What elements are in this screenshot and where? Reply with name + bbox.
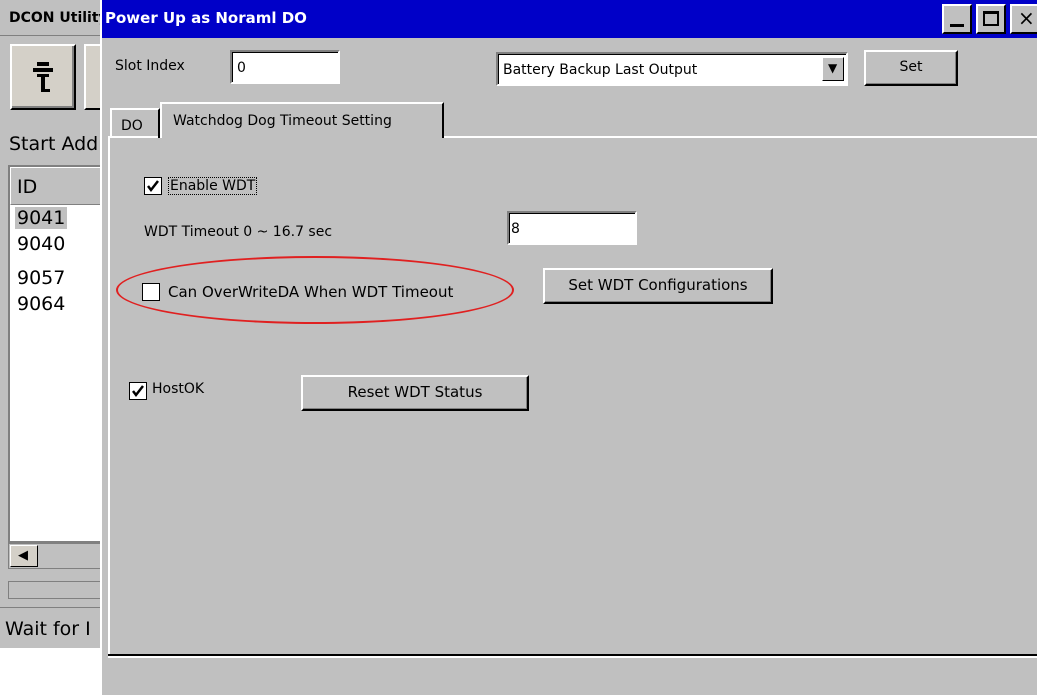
minimize-button[interactable]: [942, 4, 972, 34]
hostok-checkbox[interactable]: [129, 382, 147, 400]
power-up-mode-value: Battery Backup Last Output: [503, 62, 698, 78]
list-item[interactable]: 9041: [15, 207, 68, 229]
hostok-label[interactable]: HostOK: [152, 381, 204, 397]
highlight-ellipse: [116, 256, 514, 324]
list-item[interactable]: 9057: [17, 267, 65, 289]
enable-wdt-label[interactable]: Enable WDT: [168, 177, 258, 195]
tab-joint: [162, 136, 442, 139]
background-window-title: DCON Utility: [9, 10, 101, 26]
dialog-title: Power Up as Noraml DO: [105, 9, 307, 27]
set-wdt-configurations-button[interactable]: Set WDT Configurations: [543, 268, 773, 304]
wdt-timeout-input[interactable]: 8: [507, 211, 637, 245]
status-text: Wait for I: [5, 618, 91, 640]
checkmark-icon: [132, 385, 144, 398]
enable-wdt-checkbox[interactable]: [144, 177, 162, 195]
progress-bar: [8, 581, 104, 599]
bottom-divider-highlight: [108, 656, 1037, 658]
arrow-left-icon: ◀: [18, 548, 28, 563]
slot-index-input[interactable]: 0: [230, 50, 340, 84]
scroll-left-button[interactable]: ◀: [10, 545, 38, 567]
minimize-icon: [950, 24, 964, 27]
start-address-label: Start Address: [9, 133, 101, 155]
tab-watchdog-timeout-setting[interactable]: Watchdog Dog Timeout Setting: [160, 102, 444, 138]
close-icon: ×: [1018, 6, 1035, 30]
dropdown-button[interactable]: ▼: [822, 57, 844, 81]
set-button[interactable]: Set: [864, 50, 958, 86]
plug-icon: [33, 62, 53, 92]
checkmark-icon: [147, 180, 159, 193]
list-column-header-id[interactable]: ID: [10, 167, 104, 205]
list-header-label: ID: [17, 176, 38, 198]
slot-index-label: Slot Index: [115, 58, 185, 74]
chevron-down-icon: ▼: [828, 61, 838, 75]
wdt-timeout-label: WDT Timeout 0 ~ 16.7 sec: [144, 224, 333, 240]
list-item[interactable]: 9064: [17, 293, 65, 315]
maximize-icon: [983, 11, 999, 26]
tab-do[interactable]: DO: [110, 108, 160, 138]
list-item[interactable]: 9040: [17, 233, 65, 255]
reset-wdt-status-button[interactable]: Reset WDT Status: [301, 375, 529, 411]
toolbar-device-button[interactable]: [10, 44, 76, 110]
